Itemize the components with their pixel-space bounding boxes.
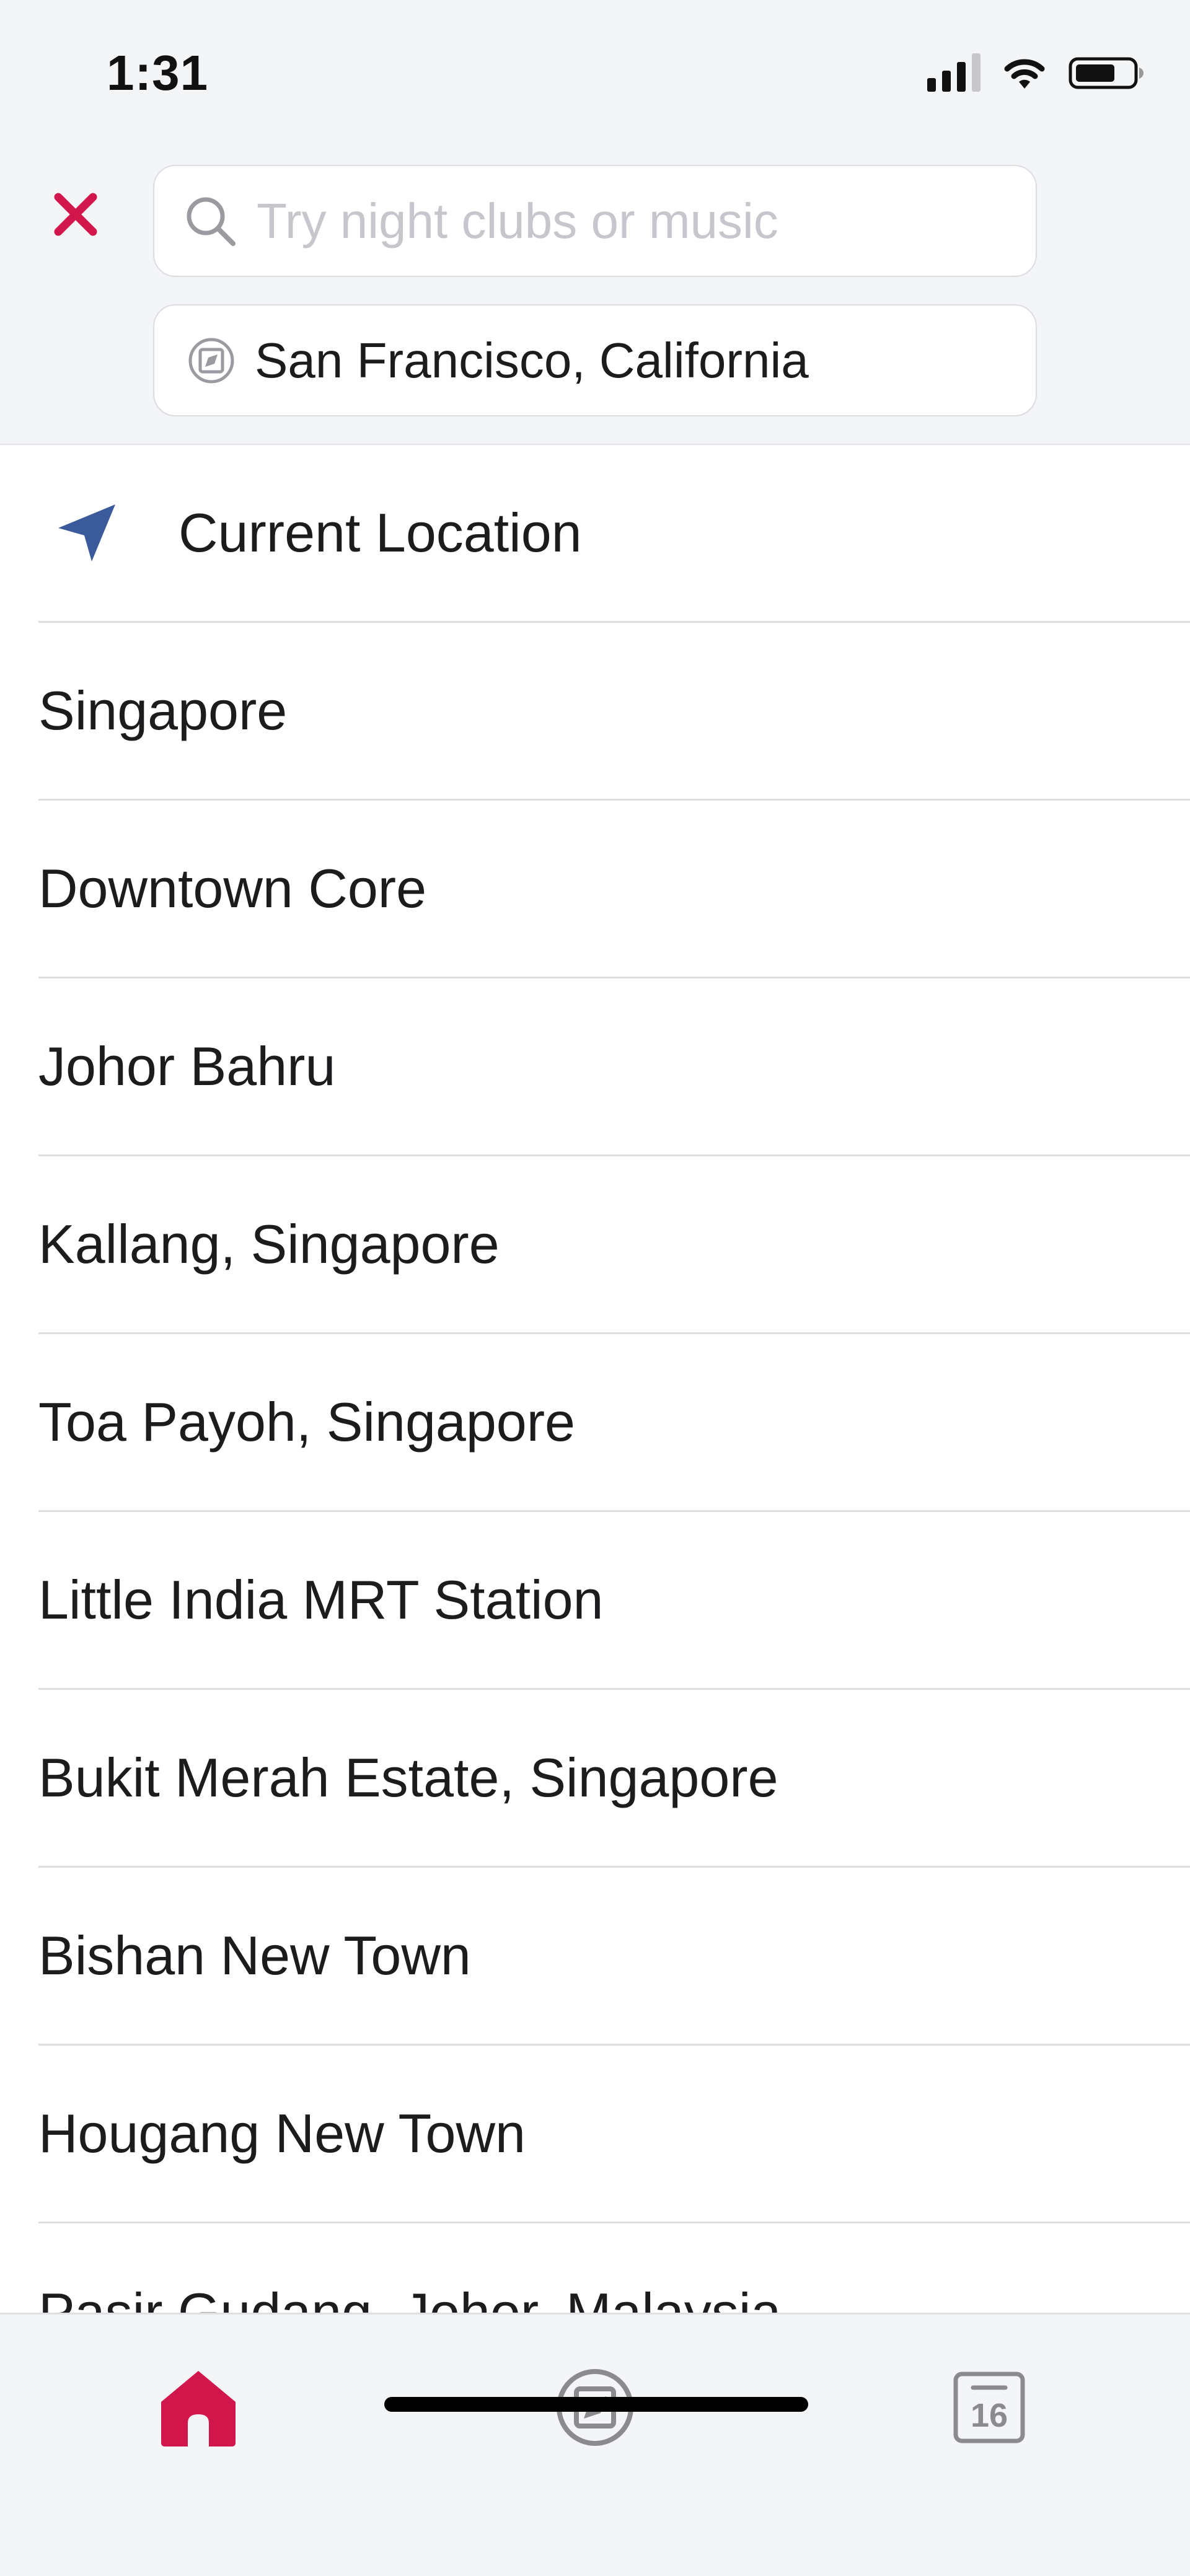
- cellular-signal-icon: [927, 53, 981, 92]
- location-suggestion[interactable]: Singapore: [38, 623, 1190, 801]
- location-value: San Francisco, California: [255, 332, 809, 388]
- location-suggestion-label: Kallang, Singapore: [38, 1213, 500, 1275]
- tab-calendar[interactable]: 16: [933, 2352, 1045, 2463]
- tab-home[interactable]: [143, 2352, 254, 2463]
- current-location-item[interactable]: Current Location: [38, 445, 1190, 623]
- navigation-arrow-icon: [56, 502, 118, 564]
- location-suggestion-label: Little India MRT Station: [38, 1569, 604, 1630]
- search-input[interactable]: [257, 192, 969, 250]
- home-icon: [161, 2371, 236, 2446]
- wifi-icon: [1004, 59, 1045, 89]
- home-indicator: [384, 2397, 808, 2412]
- location-suggestion-label: Bukit Merah Estate, Singapore: [38, 1747, 778, 1808]
- location-suggestion-label: Bishan New Town: [38, 1925, 471, 1986]
- location-suggestion[interactable]: Johor Bahru: [38, 978, 1190, 1156]
- tab-bar: 16: [0, 2313, 1190, 2576]
- location-suggestion[interactable]: Downtown Core: [38, 801, 1190, 978]
- location-suggestion[interactable]: Bishan New Town: [38, 1868, 1190, 2046]
- location-suggestion[interactable]: Bukit Merah Estate, Singapore: [38, 1690, 1190, 1868]
- location-suggestion[interactable]: Little India MRT Station: [38, 1512, 1190, 1690]
- close-icon: [54, 193, 97, 236]
- battery-icon: [1069, 57, 1144, 89]
- location-field[interactable]: San Francisco, California: [153, 304, 1037, 416]
- location-suggestion-label: Johor Bahru: [38, 1035, 336, 1097]
- close-button[interactable]: [51, 190, 100, 239]
- location-suggestion-label: Toa Payoh, Singapore: [38, 1391, 575, 1453]
- location-suggestion-label: Singapore: [38, 680, 288, 741]
- calendar-day: 16: [970, 2397, 1008, 2434]
- location-suggestions: Current Location Singapore Downtown Core…: [0, 445, 1190, 2401]
- status-time: 1:31: [107, 45, 209, 100]
- search-header: 1:31 Try night clubs or music San Franci…: [0, 0, 1190, 445]
- screen: 1:31 Try night clubs or music San Franci…: [0, 0, 1190, 2576]
- compass-icon: [187, 336, 236, 385]
- location-suggestion-label: Downtown Core: [38, 858, 427, 919]
- location-suggestion[interactable]: Kallang, Singapore: [38, 1156, 1190, 1334]
- location-suggestion[interactable]: Toa Payoh, Singapore: [38, 1334, 1190, 1512]
- location-suggestion[interactable]: Hougang New Town: [38, 2046, 1190, 2223]
- location-suggestion-label: Hougang New Town: [38, 2103, 526, 2164]
- current-location-label: Current Location: [178, 502, 582, 563]
- status-icons: [927, 51, 1145, 94]
- search-icon: [182, 193, 239, 250]
- search-field[interactable]: [153, 165, 1037, 277]
